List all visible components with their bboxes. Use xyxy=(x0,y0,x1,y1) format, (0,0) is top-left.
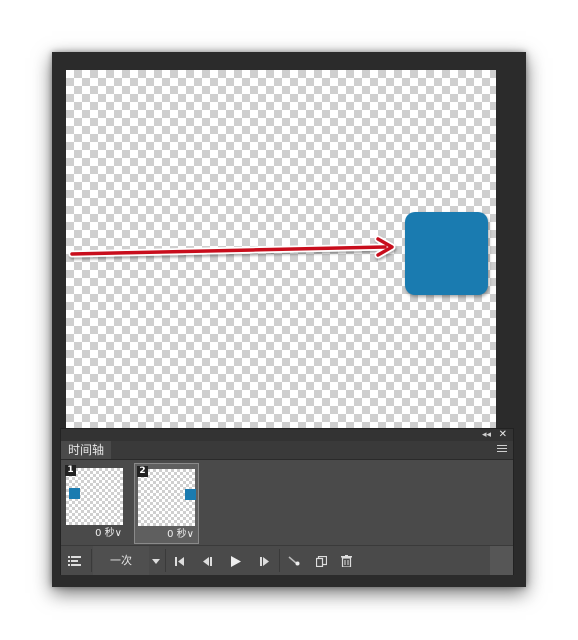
panel-title-bar: ◂◂ ✕ xyxy=(61,429,513,441)
thumbnail-square xyxy=(185,489,196,500)
frame-number: 2 xyxy=(137,466,148,477)
previous-frame-icon[interactable] xyxy=(193,546,221,575)
thumbnail-square xyxy=(69,488,80,499)
photoshop-document-window: ◂◂ ✕ 时间轴 1 0 秒∨ 2 0 秒∨ 一次 xyxy=(52,52,526,587)
blue-rounded-square xyxy=(405,212,488,295)
panel-menu-icon[interactable] xyxy=(497,445,507,454)
frame-2[interactable]: 2 0 秒∨ xyxy=(134,463,199,544)
frame-number: 1 xyxy=(65,465,76,476)
convert-to-video-timeline-icon[interactable] xyxy=(61,546,89,575)
frame-1[interactable]: 1 0 秒∨ xyxy=(63,463,126,542)
tween-icon[interactable] xyxy=(281,546,307,575)
timeline-controls: 一次 xyxy=(61,545,513,575)
frame-thumbnail[interactable] xyxy=(66,468,123,525)
first-frame-icon[interactable] xyxy=(167,546,193,575)
triangle-down-icon[interactable] xyxy=(149,546,163,575)
tab-timeline[interactable]: 时间轴 xyxy=(61,441,112,459)
next-frame-icon[interactable] xyxy=(251,546,279,575)
controls-empty-area xyxy=(357,546,490,575)
timeline-panel: ◂◂ ✕ 时间轴 1 0 秒∨ 2 0 秒∨ 一次 xyxy=(60,428,514,575)
double-chevron-left-icon[interactable]: ◂◂ xyxy=(482,429,491,441)
duplicate-frame-icon[interactable] xyxy=(307,546,335,575)
frame-thumbnail[interactable] xyxy=(138,469,196,526)
panel-resize-area[interactable] xyxy=(490,546,513,575)
play-icon[interactable] xyxy=(221,546,251,575)
loop-options-select[interactable]: 一次 xyxy=(93,546,149,575)
close-icon[interactable]: ✕ xyxy=(499,429,507,441)
panel-tab-bar: 时间轴 xyxy=(61,441,513,460)
frame-delay-select[interactable]: 0 秒∨ xyxy=(167,528,194,542)
document-canvas[interactable] xyxy=(66,70,496,442)
loop-label: 一次 xyxy=(110,554,132,567)
trash-icon[interactable] xyxy=(335,546,357,575)
frame-delay-select[interactable]: 0 秒∨ xyxy=(95,527,122,541)
frame-strip: 1 0 秒∨ 2 0 秒∨ xyxy=(61,460,513,545)
